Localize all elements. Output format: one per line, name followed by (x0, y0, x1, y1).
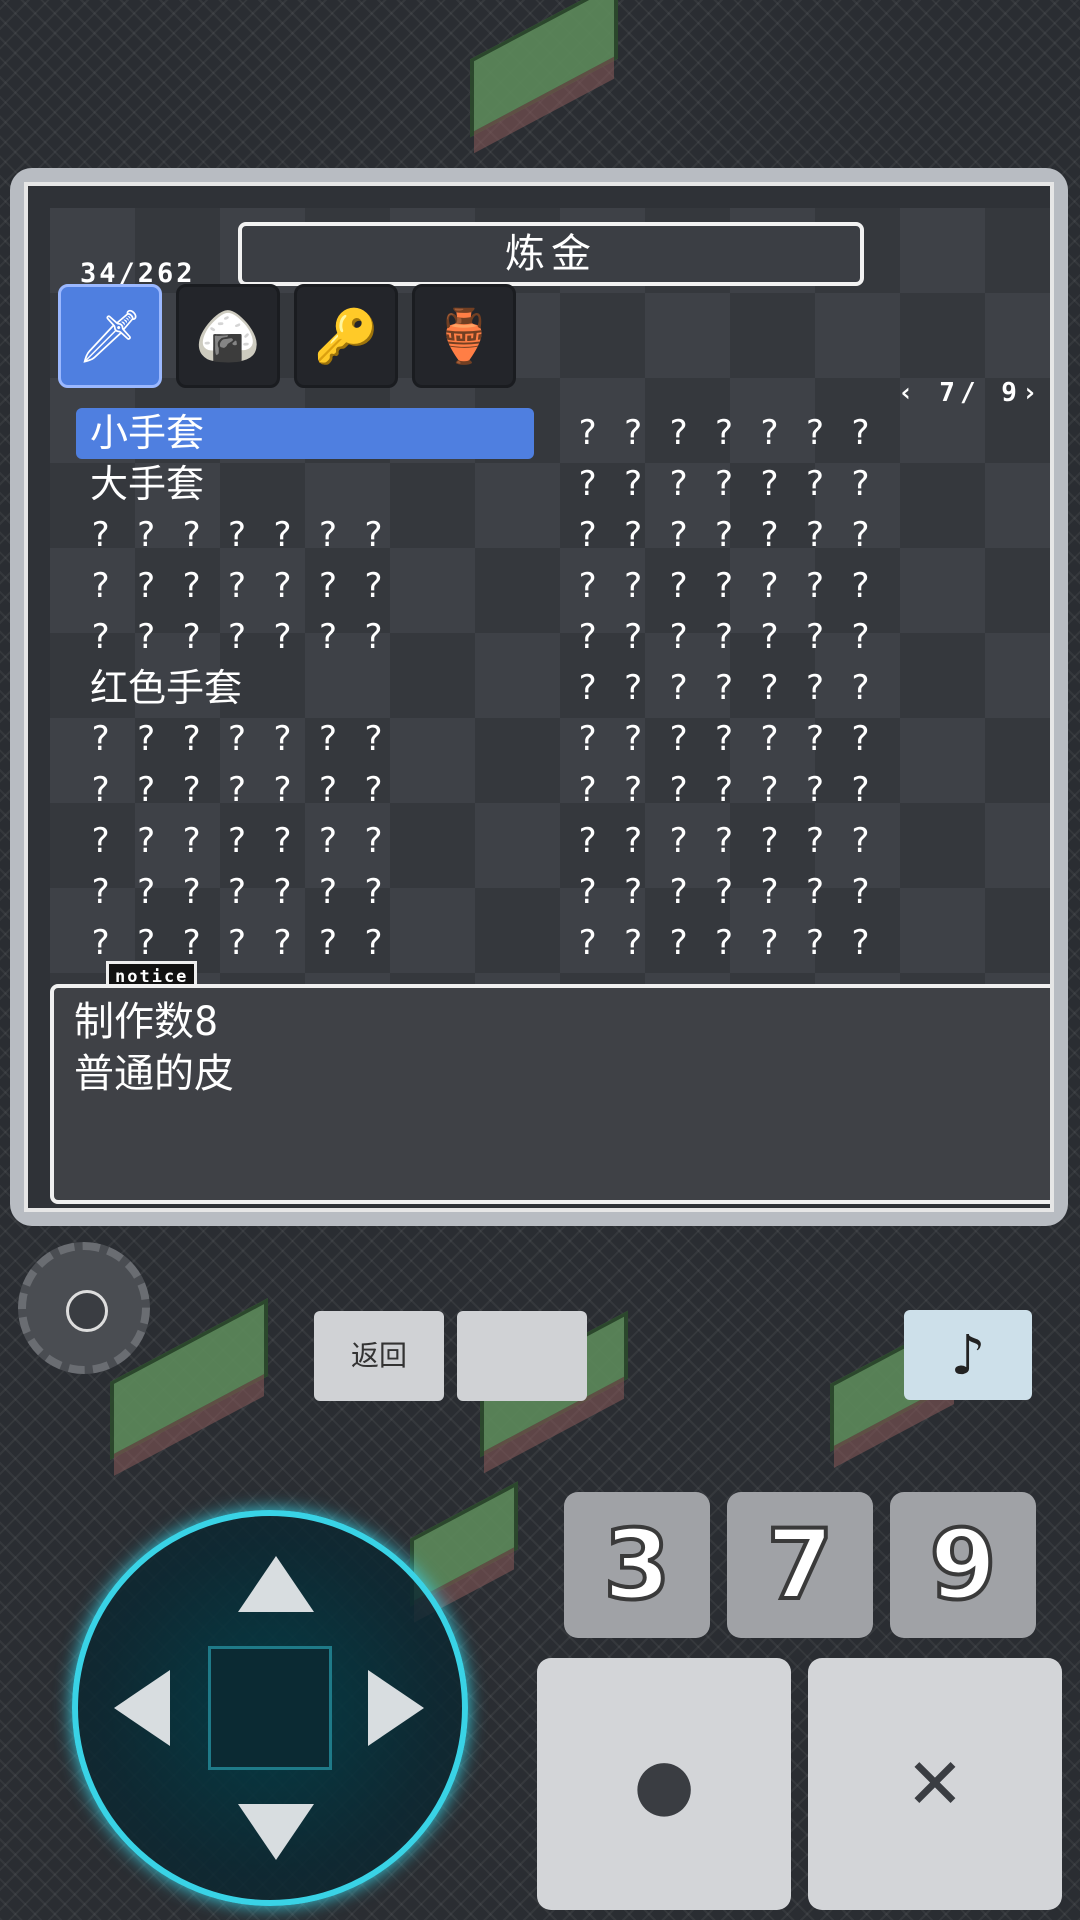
dpad-right-icon[interactable] (368, 1670, 424, 1746)
list-item[interactable]: ??????? (76, 765, 534, 816)
list-item[interactable]: ??????? (76, 612, 534, 663)
dpad-down-icon[interactable] (238, 1804, 314, 1860)
alchemy-panel-inner: 炼金 34/262 🗡 🍙 🔑 🏺 ‹ 7/ 9› 小手套 大手套 ??????… (24, 182, 1054, 1212)
page-indicator[interactable]: ‹ 7/ 9› (898, 378, 1043, 408)
list-item[interactable]: 大手套 (76, 459, 534, 510)
list-item[interactable]: ??????? (563, 561, 943, 612)
list-item[interactable]: 红色手套 (76, 663, 534, 714)
dpad-up-icon[interactable] (238, 1556, 314, 1612)
shortcut-button-3[interactable]: 3 (564, 1492, 710, 1638)
list-item[interactable]: ??????? (563, 408, 943, 459)
list-item[interactable]: ??????? (563, 714, 943, 765)
cancel-button[interactable]: ✕ (808, 1658, 1062, 1910)
confirm-button[interactable]: ● (537, 1658, 791, 1910)
alchemy-panel: 炼金 34/262 🗡 🍙 🔑 🏺 ‹ 7/ 9› 小手套 大手套 ??????… (10, 168, 1068, 1226)
music-note-icon: ♪ (951, 1321, 986, 1389)
tab-weapon[interactable]: 🗡 (58, 284, 162, 388)
list-item[interactable]: ??????? (76, 510, 534, 561)
music-button[interactable]: ♪ (904, 1310, 1032, 1400)
notice-box: 制作数8 普通的皮 (50, 984, 1054, 1204)
recipe-list-left: 小手套 大手套 ??????? ??????? ??????? 红色手套 ???… (76, 408, 534, 969)
cross-icon: ✕ (906, 1743, 965, 1825)
jar-icon: 🏺 (432, 306, 497, 367)
list-item[interactable]: ??????? (76, 561, 534, 612)
shortcut-button-7[interactable]: 7 (727, 1492, 873, 1638)
list-item[interactable]: ??????? (563, 867, 943, 918)
dpad-center (208, 1646, 332, 1770)
list-item[interactable]: ??????? (563, 918, 943, 969)
list-item[interactable]: 小手套 (76, 408, 534, 459)
list-item[interactable]: ??????? (563, 816, 943, 867)
list-item[interactable]: ??????? (76, 816, 534, 867)
list-item[interactable]: ??????? (563, 459, 943, 510)
sword-icon: 🗡 (77, 306, 143, 367)
onigiri-icon: 🍙 (196, 306, 261, 367)
settings-gear-icon[interactable] (18, 1242, 150, 1374)
list-item[interactable]: ??????? (563, 765, 943, 816)
list-item[interactable]: ??????? (563, 510, 943, 561)
dpad (72, 1510, 468, 1906)
list-item[interactable]: ??????? (76, 714, 534, 765)
notice-line-2: 普通的皮 (74, 1048, 1036, 1100)
shortcut-button-9[interactable]: 9 (890, 1492, 1036, 1638)
list-item[interactable]: ??????? (563, 663, 943, 714)
tab-key-items[interactable]: 🔑 (294, 284, 398, 388)
category-tabs: 🗡 🍙 🔑 🏺 (58, 284, 516, 388)
list-item[interactable]: ??????? (563, 612, 943, 663)
dpad-left-icon[interactable] (114, 1670, 170, 1746)
recipe-list-right: ??????? ??????? ??????? ??????? ??????? … (563, 408, 943, 969)
blank-button[interactable] (457, 1311, 587, 1401)
panel-title: 炼金 (238, 222, 864, 286)
circle-icon: ● (633, 1743, 694, 1825)
tab-jar[interactable]: 🏺 (412, 284, 516, 388)
list-item[interactable]: ??????? (76, 867, 534, 918)
back-button[interactable]: 返回 (314, 1311, 444, 1401)
notice-line-1: 制作数8 (74, 996, 1036, 1048)
key-icon: 🔑 (314, 306, 379, 367)
tab-food[interactable]: 🍙 (176, 284, 280, 388)
